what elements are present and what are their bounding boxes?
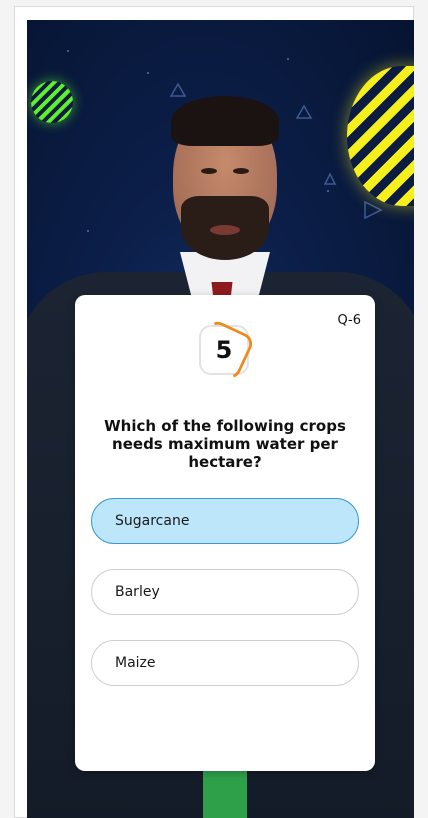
presenter-hair <box>171 96 279 146</box>
answer-option-maize[interactable]: Maize <box>91 640 359 686</box>
answer-option-label: Maize <box>115 655 156 671</box>
answer-option-sugarcane[interactable]: Sugarcane <box>91 498 359 544</box>
presenter-mouth <box>210 225 240 235</box>
presenter-eye <box>233 168 249 174</box>
answer-option-label: Barley <box>115 584 160 600</box>
answer-option-barley[interactable]: Barley <box>91 569 359 615</box>
answer-option-label: Sugarcane <box>115 513 190 529</box>
question-number: Q-6 <box>337 313 361 328</box>
presenter-eye <box>201 168 217 174</box>
green-element <box>203 765 247 818</box>
quiz-card: Q-6 5 Which of the following crops needs… <box>75 295 375 771</box>
question-text: Which of the following crops needs maxim… <box>104 417 346 471</box>
